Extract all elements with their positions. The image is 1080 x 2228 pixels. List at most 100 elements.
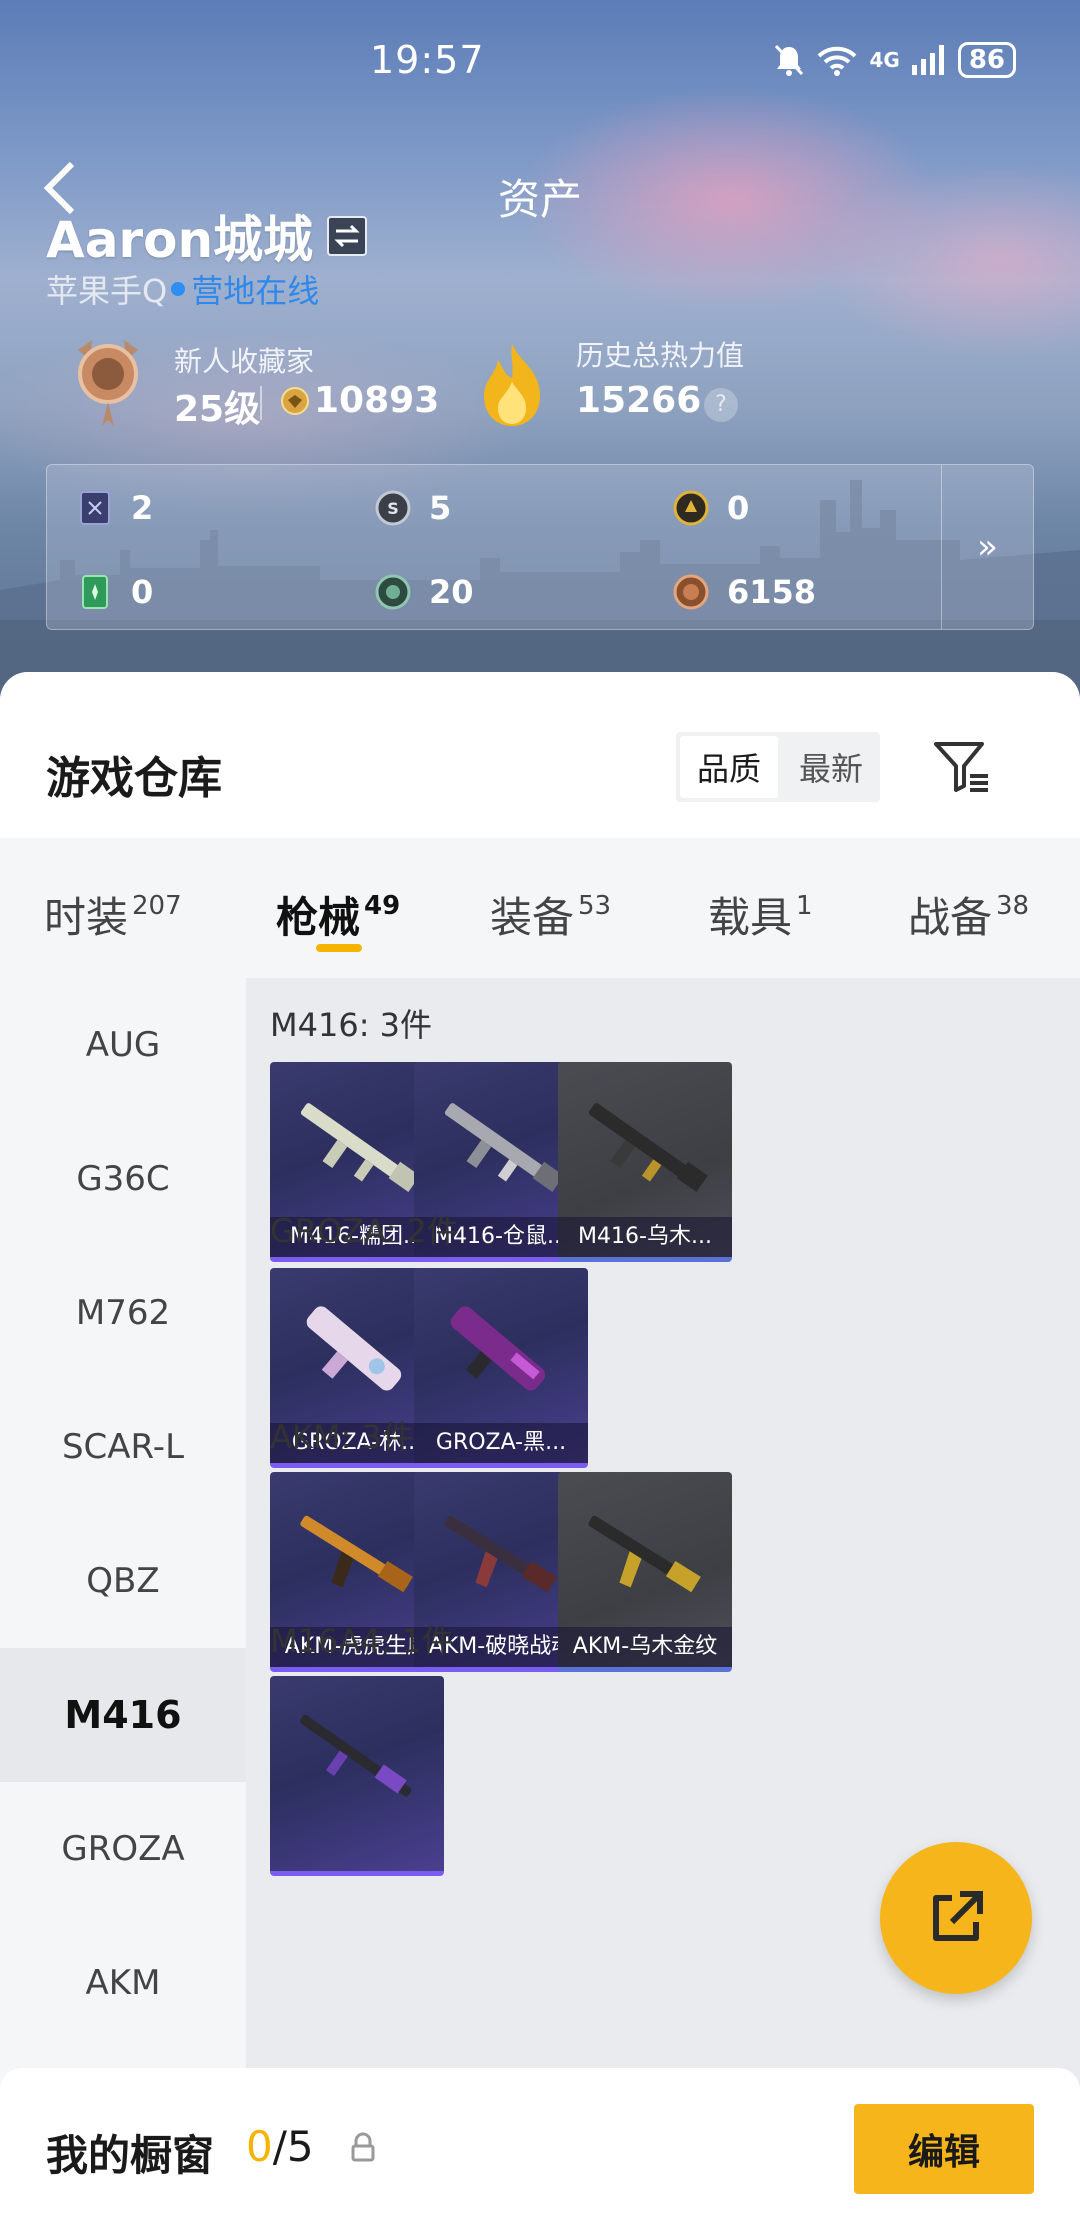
sort-newest-button[interactable]: 最新: [782, 732, 880, 802]
silver-coin-icon: S: [375, 490, 411, 526]
tab-label: 载具: [708, 893, 793, 942]
currency-more-button[interactable]: »: [941, 465, 1033, 629]
rifle-icon: [300, 1103, 420, 1192]
currency-gold: 0: [673, 489, 749, 527]
green-coin-icon: [375, 574, 411, 610]
skin-name: GROZA-黑...: [414, 1423, 588, 1463]
showcase-total: /5: [272, 2122, 314, 2171]
currency-bronze: 6158: [673, 573, 816, 611]
skin-card[interactable]: [270, 1676, 444, 1876]
share-external-icon: [933, 1891, 983, 1941]
fire-heat-icon: [484, 344, 540, 426]
gold-coin-icon: [673, 490, 709, 526]
warehouse-header: 游戏仓库 品质 最新: [0, 672, 1080, 838]
username: Aaron城城: [46, 211, 314, 269]
ticket-icon: [82, 575, 108, 609]
currency-value: 0: [727, 489, 750, 527]
currency-value: 20: [429, 573, 474, 611]
tab-vehicles[interactable]: 载具 1: [708, 884, 813, 945]
group-title: M16A4: 1件: [270, 1622, 454, 1660]
currency-silver: S 5: [375, 489, 451, 527]
rifle-icon: [306, 1306, 402, 1391]
collector-title: 新人收藏家: [174, 345, 315, 378]
showcase-label: 我的橱窗: [46, 2131, 215, 2180]
sort-quality-button[interactable]: 品质: [680, 736, 778, 798]
weapon-type-list: AUG G36C M762 SCAR-L QBZ M416 GROZA AKM: [0, 978, 246, 2228]
battery-indicator: 86: [957, 42, 1016, 78]
rifle-icon: [588, 1103, 708, 1192]
skin-card[interactable]: GROZA-黑...: [414, 1268, 588, 1468]
collection-points-icon: [281, 387, 309, 415]
skin-card[interactable]: M416-乌木...: [558, 1062, 732, 1262]
tab-fashion[interactable]: 时装 207: [44, 884, 182, 945]
currency-panel[interactable]: 2 S 5 0 0 20 6158 »: [46, 464, 1034, 630]
tab-label: 枪械: [276, 893, 361, 942]
svg-text:S: S: [387, 499, 399, 518]
currency-card: 2: [77, 489, 153, 527]
signal-icon: [911, 45, 944, 75]
online-status: 营地在线: [191, 272, 320, 310]
skin-name: M416-乌木...: [558, 1217, 732, 1257]
weapon-type-item[interactable]: AKM: [0, 1916, 246, 2050]
tab-count: 38: [996, 891, 1030, 921]
weapon-type-item[interactable]: GROZA: [0, 1782, 246, 1916]
weapon-type-item[interactable]: G36C: [0, 1112, 246, 1246]
profile-header: 19:57 4G 86 资产 Aaron城城 苹果手Q 营地在线 新人收藏家 2…: [0, 0, 1080, 700]
weapon-type-item[interactable]: QBZ: [0, 1514, 246, 1648]
tab-count: 207: [132, 891, 182, 921]
account-subline: 苹果手Q 营地在线: [46, 266, 319, 312]
showcase-bar: 我的橱窗 0/5 编辑: [0, 2068, 1080, 2228]
tab-label: 装备: [490, 893, 575, 942]
tab-gear[interactable]: 战备 38: [908, 884, 1029, 945]
share-button[interactable]: [880, 1842, 1032, 1994]
rifle-icon: [444, 1103, 564, 1192]
username-row: Aaron城城: [46, 200, 368, 272]
filter-icon[interactable]: [932, 736, 992, 796]
tab-guns[interactable]: 枪械 49: [276, 884, 400, 945]
rifle-icon: [300, 1515, 413, 1593]
skin-card[interactable]: AKM-乌木金纹: [558, 1472, 732, 1672]
status-time: 19:57: [370, 38, 485, 82]
help-icon[interactable]: ?: [704, 388, 738, 422]
showcase-current: 0: [246, 2122, 273, 2171]
bronze-coin-icon: [673, 574, 709, 610]
weapon-type-item[interactable]: M762: [0, 1246, 246, 1380]
weapon-type-item-selected[interactable]: M416: [0, 1648, 246, 1782]
wifi-icon: [818, 46, 857, 76]
currency-ticket: 0: [77, 573, 153, 611]
weapon-skin-list: M416: 3件 M416-糯团... M416-仓鼠... M416-乌木..…: [246, 978, 1080, 2228]
weapon-type-item[interactable]: SCAR-L: [0, 1380, 246, 1514]
player-level: 25级: [174, 389, 261, 430]
skin-name: AKM-乌木金纹: [558, 1627, 732, 1667]
heat-value: 15266: [576, 380, 702, 421]
network-type: 4G: [869, 48, 900, 72]
switch-account-icon[interactable]: [327, 216, 368, 256]
rifle-icon: [588, 1515, 701, 1593]
tab-label: 战备: [908, 893, 993, 942]
bronze-medal-icon: [78, 340, 138, 426]
group-title: GROZA: 2件: [270, 1212, 459, 1250]
mute-bell-icon: [775, 44, 804, 76]
platform-label: 苹果手Q: [46, 272, 168, 310]
rifle-icon: [299, 1714, 412, 1797]
tab-count: 49: [364, 891, 401, 921]
group-title: M416: 3件: [270, 1006, 433, 1044]
lock-icon: [351, 2132, 375, 2162]
active-tab-indicator: [316, 944, 362, 952]
tab-label: 时装: [44, 893, 129, 942]
tab-count: 1: [796, 891, 813, 921]
stat-divider: [260, 386, 262, 420]
tab-equipment[interactable]: 装备 53: [490, 884, 611, 945]
rifle-icon: [444, 1515, 557, 1593]
category-tabs: 时装 207 枪械 49 装备 53 载具 1 战备 38: [0, 838, 1080, 978]
status-icons: 4G 86: [773, 42, 1016, 78]
online-dot-icon: [171, 282, 186, 296]
currency-value: 2: [131, 489, 154, 527]
status-bar: 19:57 4G 86: [0, 0, 1080, 120]
sort-toggle: 品质 最新: [676, 732, 880, 802]
warehouse-sheet: 游戏仓库 品质 最新 时装 207 枪械 49 装备 53 载具 1 战备 38 AUG …: [0, 672, 1080, 2228]
currency-value: 0: [131, 573, 154, 611]
edit-button[interactable]: 编辑: [854, 2104, 1034, 2194]
card-icon: [80, 491, 110, 525]
weapon-type-item[interactable]: AUG: [0, 978, 246, 1112]
